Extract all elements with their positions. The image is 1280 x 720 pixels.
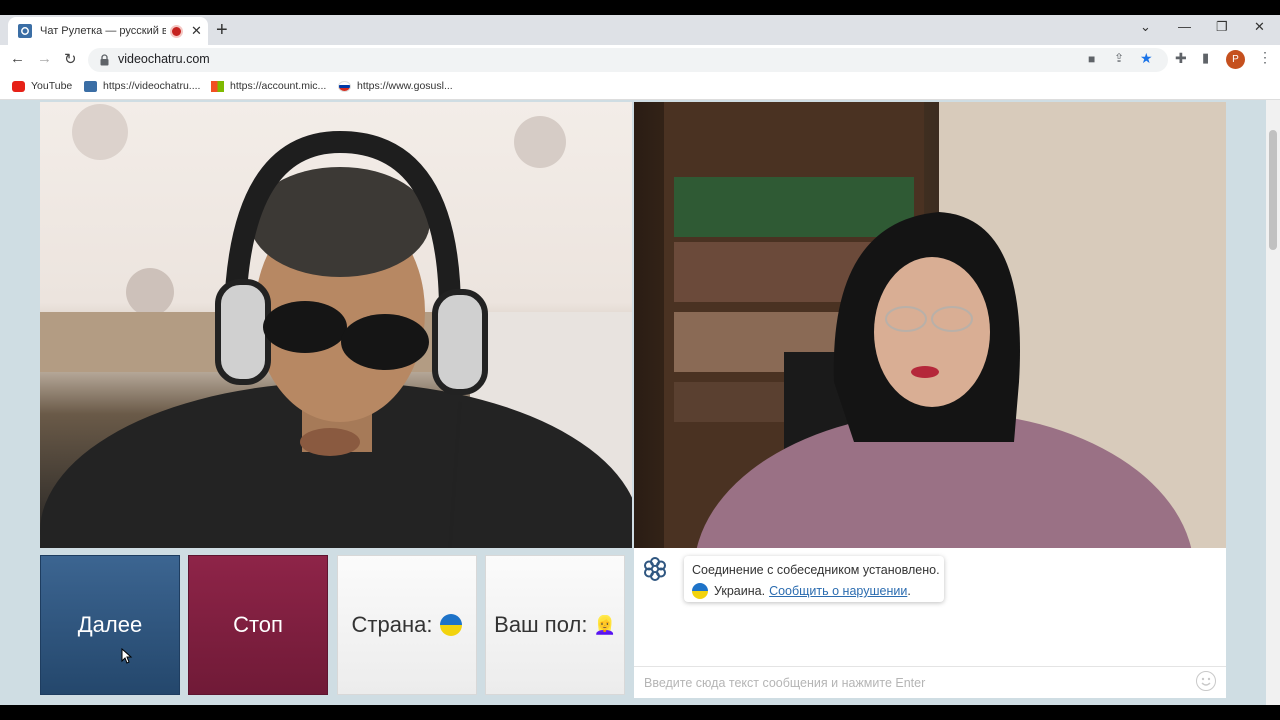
close-window-button[interactable]: ✕ — [1254, 19, 1265, 35]
bookmark-videochatru[interactable]: https://videochatru.... — [84, 80, 200, 92]
remote-video — [634, 102, 1226, 548]
system-message: Соединение с собеседником установлено. У… — [684, 556, 944, 602]
gender-label: Ваш пол: — [494, 612, 588, 637]
stop-button-label: Стоп — [233, 612, 283, 637]
reload-icon[interactable]: ↻ — [64, 50, 77, 68]
site-favicon-icon — [84, 80, 97, 92]
more-menu-icon[interactable]: ⋮ — [1258, 49, 1272, 66]
bookmarks-bar: YouTube https://videochatru.... https://… — [0, 75, 1280, 100]
bookmark-youtube[interactable]: YouTube — [12, 80, 72, 92]
bookmark-star-icon[interactable]: ★ — [1140, 50, 1153, 67]
report-abuse-link[interactable]: Сообщить о нарушении — [769, 584, 907, 598]
tab-title: Чат Рулетка — русский вид — [40, 25, 166, 37]
extensions-icon[interactable]: ✚ — [1175, 50, 1187, 67]
country-name: Украина. — [714, 584, 766, 598]
bookmark-microsoft[interactable]: https://account.mic... — [211, 80, 326, 92]
scrollbar-thumb[interactable] — [1269, 130, 1277, 250]
country-label: Страна: — [351, 612, 433, 637]
next-button-label: Далее — [77, 612, 143, 637]
tab-search-icon[interactable]: ⌄ — [1140, 19, 1151, 35]
chat-panel: Соединение с собеседником установлено. У… — [634, 548, 1226, 698]
smiley-icon[interactable] — [1196, 671, 1216, 691]
ukraine-flag-icon — [692, 583, 708, 599]
browser-toolbar: ← → ↻ videochatru.com ■ ⇪ ★ ✚ ▮ P ⋮ — [0, 45, 1280, 75]
bookmark-label: https://account.mic... — [230, 80, 327, 92]
bookmark-label: https://videochatru.... — [103, 80, 201, 92]
url-text: videochatru.com — [118, 52, 210, 66]
remote-video-image — [664, 102, 1226, 548]
page-scrollbar[interactable] — [1266, 100, 1280, 705]
bookmark-gosuslugi[interactable]: https://www.gosusl... — [338, 80, 453, 92]
browser-window: Чат Рулетка — русский вид ✕ + ⌄ — ❐ ✕ ← … — [0, 15, 1280, 705]
close-tab-icon[interactable]: ✕ — [191, 23, 202, 39]
ukraine-flag-icon — [440, 614, 463, 636]
microsoft-icon — [211, 80, 224, 92]
local-video-image — [40, 104, 632, 548]
bookmark-label: https://www.gosusl... — [357, 80, 453, 92]
female-emoji-icon: 👱‍♀️ — [593, 614, 616, 635]
bookmark-label: YouTube — [31, 80, 73, 92]
lock-icon — [100, 53, 109, 71]
mouse-cursor-icon — [121, 644, 133, 670]
minimize-button[interactable]: — — [1178, 19, 1191, 34]
gender-selector[interactable]: Ваш пол: 👱‍♀️ — [485, 555, 625, 695]
camera-icon[interactable]: ■ — [1088, 52, 1095, 66]
local-video — [40, 102, 632, 548]
share-icon[interactable]: ⇪ — [1114, 51, 1124, 65]
recording-icon — [170, 24, 183, 38]
browser-tab[interactable]: Чат Рулетка — русский вид ✕ — [8, 17, 208, 45]
address-bar[interactable]: videochatru.com ■ ⇪ ★ — [88, 48, 1168, 72]
new-tab-button[interactable]: + — [216, 19, 228, 42]
back-icon[interactable]: ← — [10, 50, 25, 67]
report-suffix: . — [907, 584, 911, 598]
message-input[interactable] — [642, 673, 1186, 693]
profile-avatar[interactable]: P — [1226, 50, 1245, 69]
restore-button[interactable]: ❐ — [1216, 19, 1228, 35]
youtube-icon — [12, 80, 25, 92]
country-info: Украина. Сообщить о нарушении. — [692, 583, 911, 599]
connection-message: Соединение с собеседником установлено. — [692, 563, 940, 577]
site-favicon-icon — [18, 24, 32, 38]
forward-icon[interactable]: → — [37, 50, 52, 67]
tab-strip: Чат Рулетка — русский вид ✕ + ⌄ — ❐ ✕ — [0, 15, 1280, 45]
side-panel-icon[interactable]: ▮ — [1202, 50, 1209, 66]
atom-flower-icon — [642, 556, 668, 587]
country-selector[interactable]: Страна: — [337, 555, 477, 695]
stop-button[interactable]: Стоп — [188, 555, 328, 695]
message-input-area — [634, 666, 1226, 697]
russia-flag-icon — [338, 80, 351, 92]
next-button[interactable]: Далее — [40, 555, 180, 695]
page-content: Далее Стоп Страна: Ваш пол: 👱‍♀️ — [0, 100, 1280, 705]
